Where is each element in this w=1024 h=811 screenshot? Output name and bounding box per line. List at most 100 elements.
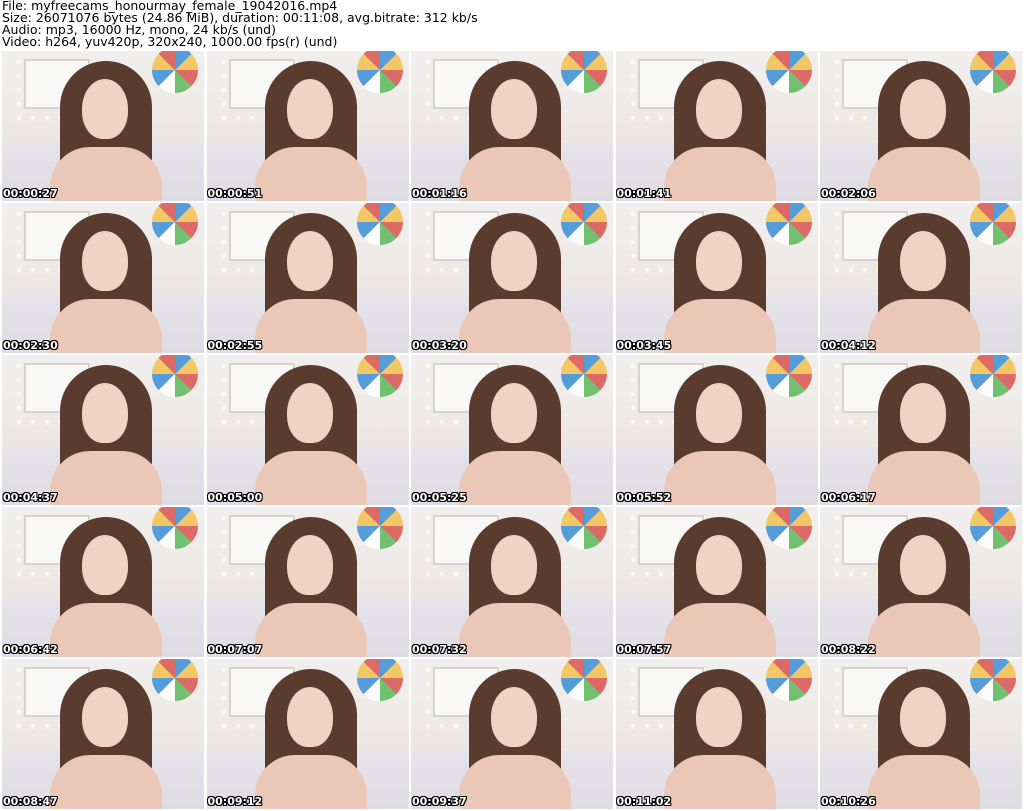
person-torso <box>459 451 571 505</box>
timestamp-label: 00:09:37 <box>412 795 467 808</box>
person-face <box>491 687 537 747</box>
video-thumbnail: 00:03:45 <box>615 203 818 353</box>
video-thumbnail: 00:05:52 <box>615 355 818 505</box>
person-face <box>491 383 537 443</box>
person-face <box>82 231 128 291</box>
person-face <box>82 687 128 747</box>
timestamp-label: 00:05:00 <box>207 491 263 504</box>
video-thumbnail: 00:00:27 <box>2 51 204 201</box>
video-thumbnail: 00:01:16 <box>411 51 613 201</box>
person-torso <box>50 147 162 201</box>
video-thumbnail: 00:09:12 <box>206 659 409 809</box>
person-torso <box>459 147 571 201</box>
timestamp-label: 00:06:42 <box>3 643 58 656</box>
thumbnail-grid: 00:00:27 00:00:51 00:01:16 00:01:41 00:02:06… <box>2 51 1022 809</box>
person-face <box>695 383 742 443</box>
timestamp-label: 00:07:57 <box>616 643 672 656</box>
person-face <box>900 383 946 443</box>
person-face <box>695 687 742 747</box>
timestamp-label: 00:01:41 <box>616 187 672 200</box>
video-thumbnail: 00:03:20 <box>411 203 613 353</box>
person-torso <box>254 299 367 353</box>
timestamp-label: 00:05:25 <box>412 491 467 504</box>
color-wheel <box>356 51 403 93</box>
person-torso <box>868 755 980 809</box>
person-torso <box>868 603 980 657</box>
person-torso <box>254 603 367 657</box>
person-face <box>900 231 946 291</box>
timestamp-label: 00:07:32 <box>412 643 467 656</box>
video-info-line: Video: h264, yuv420p, 320x240, 1000.00 f… <box>2 34 338 49</box>
timestamp-label: 00:11:02 <box>616 795 672 808</box>
person-torso <box>663 755 776 809</box>
person-face <box>286 79 333 139</box>
person-torso <box>50 755 162 809</box>
video-thumbnail: 00:02:30 <box>2 203 204 353</box>
person-torso <box>663 147 776 201</box>
color-wheel <box>765 203 812 245</box>
file-info-header: File: myfreecams_honourmay_female_190420… <box>2 0 1022 48</box>
video-thumbnail: 00:05:00 <box>206 355 409 505</box>
timestamp-label: 00:08:22 <box>821 643 876 656</box>
person-torso <box>663 299 776 353</box>
timestamp-label: 00:02:55 <box>207 339 263 352</box>
timestamp-label: 00:02:30 <box>3 339 58 352</box>
video-thumbnail: 00:00:51 <box>206 51 409 201</box>
timestamp-label: 00:05:52 <box>616 491 672 504</box>
person-torso <box>50 451 162 505</box>
color-wheel <box>765 51 812 93</box>
person-face <box>286 687 333 747</box>
timestamp-label: 00:10:26 <box>821 795 876 808</box>
person-torso <box>868 147 980 201</box>
video-thumbnail: 00:07:32 <box>411 507 613 657</box>
person-torso <box>663 451 776 505</box>
person-torso <box>459 603 571 657</box>
person-torso <box>50 603 162 657</box>
video-thumbnail: 00:08:47 <box>2 659 204 809</box>
video-thumbnail: 00:05:25 <box>411 355 613 505</box>
person-torso <box>459 299 571 353</box>
person-face <box>491 231 537 291</box>
video-thumbnail: 00:06:42 <box>2 507 204 657</box>
person-face <box>491 535 537 595</box>
person-torso <box>254 755 367 809</box>
person-torso <box>459 755 571 809</box>
video-thumbnail: 00:09:37 <box>411 659 613 809</box>
video-thumbnail: 00:04:37 <box>2 355 204 505</box>
person-face <box>900 535 946 595</box>
color-wheel <box>356 507 403 549</box>
video-thumbnail: 00:11:02 <box>615 659 818 809</box>
video-thumbnail: 00:06:17 <box>820 355 1022 505</box>
person-face <box>82 79 128 139</box>
color-wheel <box>356 203 403 245</box>
person-torso <box>663 603 776 657</box>
video-thumbnail: 00:02:06 <box>820 51 1022 201</box>
video-thumbnail: 00:01:41 <box>615 51 818 201</box>
timestamp-label: 00:03:45 <box>616 339 672 352</box>
video-thumbnail: 00:02:55 <box>206 203 409 353</box>
person-face <box>82 535 128 595</box>
timestamp-label: 00:00:51 <box>207 187 263 200</box>
color-wheel <box>765 507 812 549</box>
timestamp-label: 00:01:16 <box>412 187 467 200</box>
person-torso <box>50 299 162 353</box>
person-torso <box>868 299 980 353</box>
person-face <box>695 231 742 291</box>
video-thumbnail: 00:07:57 <box>615 507 818 657</box>
person-face <box>82 383 128 443</box>
timestamp-label: 00:00:27 <box>3 187 58 200</box>
person-face <box>695 79 742 139</box>
color-wheel <box>356 355 403 397</box>
person-torso <box>254 147 367 201</box>
person-face <box>900 687 946 747</box>
timestamp-label: 00:03:20 <box>412 339 467 352</box>
video-thumbnail: 00:07:07 <box>206 507 409 657</box>
color-wheel <box>765 355 812 397</box>
timestamp-label: 00:08:47 <box>3 795 58 808</box>
person-face <box>286 383 333 443</box>
timestamp-label: 00:04:12 <box>821 339 876 352</box>
person-face <box>286 231 333 291</box>
timestamp-label: 00:07:07 <box>207 643 263 656</box>
video-thumbnail: 00:08:22 <box>820 507 1022 657</box>
timestamp-label: 00:02:06 <box>821 187 876 200</box>
